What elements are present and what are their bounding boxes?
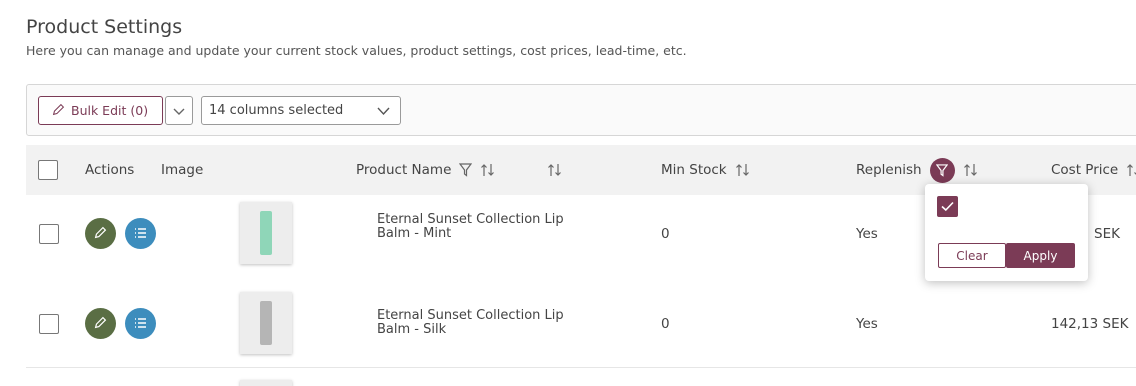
clear-button[interactable]: Clear xyxy=(938,243,1006,268)
toolbar: Bulk Edit (0) 14 columns selected xyxy=(26,84,1136,136)
list-icon xyxy=(134,224,147,243)
pencil-icon xyxy=(52,103,65,119)
pencil-icon xyxy=(94,224,107,243)
replenish-value: Yes xyxy=(856,316,878,332)
min-stock-value: 0 xyxy=(661,316,670,332)
product-image xyxy=(240,292,292,354)
header-image: Image xyxy=(161,162,204,178)
product-name: Eternal Sunset Collection Lip Balm - Min… xyxy=(377,212,564,241)
product-image xyxy=(240,202,292,264)
list-icon xyxy=(134,314,147,333)
filter-icon[interactable] xyxy=(459,163,473,177)
header-unnamed-sort xyxy=(547,145,562,195)
select-all-checkbox[interactable] xyxy=(38,160,58,180)
header-actions: Actions xyxy=(85,162,135,178)
row-checkbox[interactable] xyxy=(39,224,59,244)
bulk-edit-dropdown-button[interactable] xyxy=(165,96,193,125)
pencil-icon xyxy=(94,314,107,333)
product-image-tube xyxy=(260,211,272,255)
details-button[interactable] xyxy=(125,218,156,249)
edit-button[interactable] xyxy=(85,218,116,249)
filter-option-checkbox[interactable] xyxy=(937,196,958,217)
product-name: Eternal Sunset Collection Lip Balm - Sil… xyxy=(377,308,564,337)
sort-icon[interactable] xyxy=(1126,163,1136,177)
columns-select-value: 14 columns selected xyxy=(209,103,344,118)
replenish-value: Yes xyxy=(856,226,878,242)
row-checkbox[interactable] xyxy=(39,314,59,334)
cost-price-value: SEK xyxy=(1094,226,1120,242)
chevron-down-icon xyxy=(377,105,390,120)
product-image-tube xyxy=(260,301,272,345)
columns-select[interactable]: 14 columns selected xyxy=(201,96,401,125)
header-min-stock-label: Min Stock xyxy=(661,162,727,178)
min-stock-value: 0 xyxy=(661,226,670,242)
apply-button[interactable]: Apply xyxy=(1006,243,1075,268)
chevron-down-icon xyxy=(173,101,185,120)
header-product-name-label: Product Name xyxy=(356,162,452,178)
select-all-cell xyxy=(38,145,58,195)
bulk-edit-button[interactable]: Bulk Edit (0) xyxy=(38,96,163,125)
sort-icon[interactable] xyxy=(963,163,978,177)
cost-price-value: 142,13 SEK xyxy=(1051,316,1129,332)
edit-button[interactable] xyxy=(85,308,116,339)
bulk-edit-label: Bulk Edit (0) xyxy=(71,103,149,118)
page-title: Product Settings xyxy=(26,16,183,38)
page-subtitle: Here you can manage and update your curr… xyxy=(26,43,687,58)
sort-icon[interactable] xyxy=(735,163,750,177)
details-button[interactable] xyxy=(125,308,156,339)
product-image xyxy=(240,380,292,386)
sort-icon[interactable] xyxy=(480,163,495,177)
header-product-name: Product Name xyxy=(356,145,495,195)
header-replenish-label: Replenish xyxy=(856,162,922,178)
filter-icon[interactable] xyxy=(929,157,955,183)
header-cost-price-label: Cost Price xyxy=(1051,162,1119,178)
header-min-stock: Min Stock xyxy=(661,145,750,195)
sort-icon[interactable] xyxy=(547,163,562,177)
check-icon xyxy=(941,197,954,216)
replenish-filter-popup: Clear Apply xyxy=(925,184,1088,281)
table-row: Eternal Sunset Collection Lip Balm - Sil… xyxy=(26,278,1136,368)
